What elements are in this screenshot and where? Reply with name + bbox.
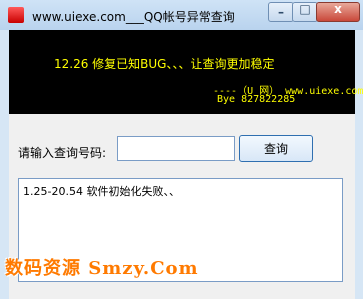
app-window: www.uiexe.com___QQ帐号异常查询 – □ x 12.26 修复已… (0, 0, 363, 299)
banner-bye: Bye 827822285 (217, 94, 296, 105)
title-bar: www.uiexe.com___QQ帐号异常查询 – □ x (0, 0, 363, 30)
result-text: 1.25-20.54 软件初始化失败、、 (23, 185, 180, 198)
close-button[interactable]: x (316, 2, 360, 22)
minimize-icon: – (278, 5, 284, 19)
window-title: www.uiexe.com___QQ帐号异常查询 (32, 10, 235, 24)
query-button[interactable]: 查询 (239, 135, 313, 162)
maximize-button[interactable]: □ (292, 2, 318, 22)
app-icon (8, 7, 24, 23)
query-number-label: 请输入查询号码: (18, 146, 107, 160)
banner-update-notice: 12.26 修复已知BUG、、、让查询更加稳定 (54, 57, 275, 71)
query-number-input[interactable] (117, 136, 235, 161)
close-icon: x (334, 2, 342, 16)
maximize-icon: □ (299, 2, 311, 16)
minimize-button[interactable]: – (268, 2, 294, 22)
watermark: 数码资源 Smzy.Com (5, 258, 199, 279)
notice-banner: 12.26 修复已知BUG、、、让查询更加稳定 ----（U 网） www.ui… (9, 30, 363, 114)
